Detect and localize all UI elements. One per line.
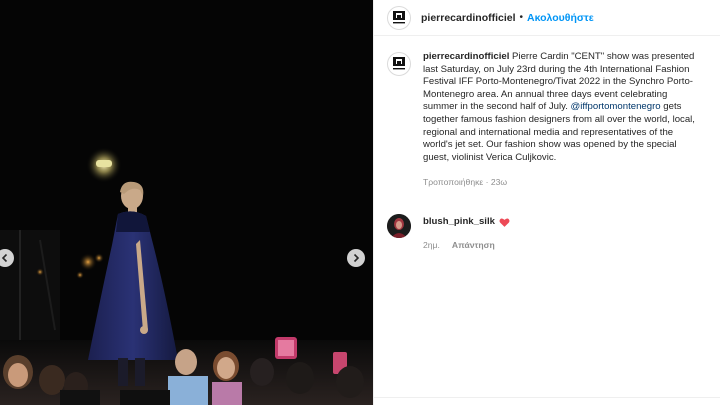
- caption-line: regional and international media and rep…: [423, 126, 674, 138]
- caption-username[interactable]: pierrecardinofficiel: [423, 51, 509, 62]
- reply-button[interactable]: Απάντηση: [452, 240, 495, 250]
- pierre-cardin-logo-icon: [389, 7, 409, 28]
- next-photo-button[interactable]: [347, 249, 365, 267]
- post-panel: pierrecardinofficiel • Ακολουθήστε pierr…: [373, 0, 720, 405]
- caption-text: pierrecardinofficiel Pierre Cardin "CENT…: [423, 51, 720, 189]
- comment-item: blush_pink_silk 2ημ. Απάντηση: [387, 214, 720, 250]
- caption-line: Festival IFF Porto-Montenegro/Tivat 2022…: [423, 76, 693, 88]
- caption-line: together famous fashion designers from a…: [423, 113, 695, 125]
- caption-line: Pierre Cardin "CENT" show was presented: [509, 51, 695, 62]
- chevron-left-icon: [1, 253, 8, 263]
- commenter-username[interactable]: blush_pink_silk: [423, 214, 495, 230]
- caption-edited-timestamp: Τροποποιήθηκε · 23ω: [423, 177, 508, 188]
- avatar[interactable]: [387, 5, 411, 30]
- caption-line: summer in the second half of July.: [423, 101, 571, 113]
- caption-line: gets: [660, 101, 682, 113]
- chevron-right-icon: [353, 253, 360, 263]
- follow-button[interactable]: Ακολουθήστε: [527, 12, 594, 24]
- red-heart-icon: [499, 218, 510, 227]
- comment-timestamp[interactable]: 2ημ.: [423, 240, 440, 250]
- separator-dot: •: [519, 12, 524, 23]
- caption-line: world's jet set. Our fashion show was op…: [423, 139, 677, 151]
- caption-avatar[interactable]: [387, 52, 411, 76]
- panel-divider: [374, 397, 720, 398]
- post-media[interactable]: [0, 0, 373, 405]
- caption-line: guest, violinist Verica Culjkovic.: [423, 151, 557, 163]
- caption-line: last Saturday, on July 23rd during the 4…: [423, 63, 690, 75]
- post-header: pierrecardinofficiel • Ακολουθήστε: [374, 0, 720, 36]
- post-username[interactable]: pierrecardinofficiel: [421, 12, 516, 24]
- profile-photo-icon: [387, 214, 411, 238]
- runway-photo: [0, 0, 373, 405]
- pierre-cardin-logo-icon: [389, 54, 409, 74]
- commenter-avatar[interactable]: [387, 214, 411, 238]
- post-caption: pierrecardinofficiel Pierre Cardin "CENT…: [387, 51, 720, 189]
- mention-link[interactable]: @iffportomontenegro: [571, 101, 661, 112]
- caption-line: Montenegro area. An annual three days ev…: [423, 88, 668, 100]
